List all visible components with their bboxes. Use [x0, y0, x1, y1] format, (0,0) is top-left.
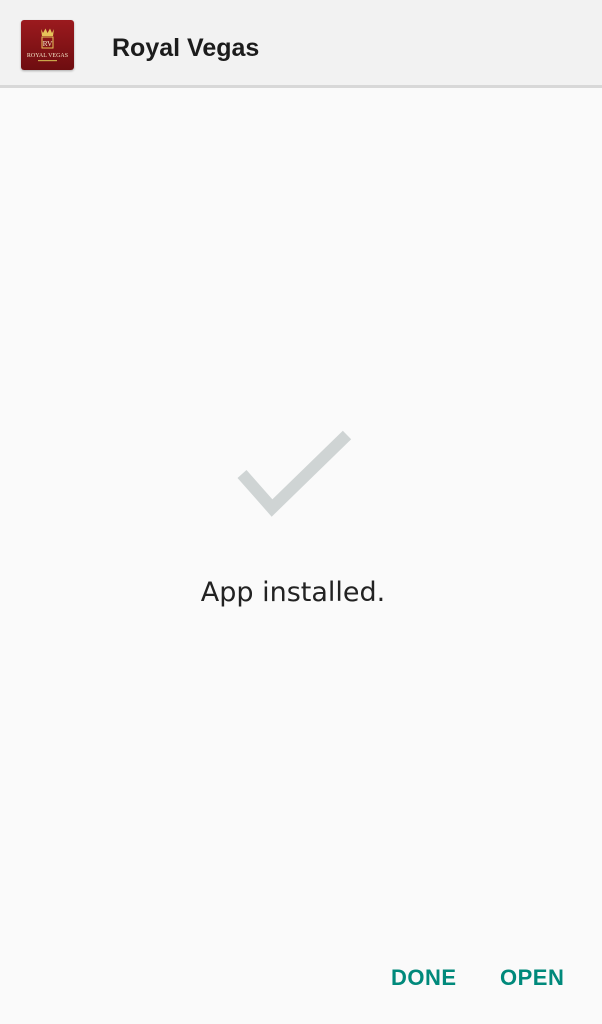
app-icon-monogram: RV — [43, 39, 53, 48]
app-header: RV ROYAL VEGAS Royal Vegas — [0, 0, 602, 88]
install-status-text: App installed. — [200, 577, 386, 608]
app-title: Royal Vegas — [112, 34, 260, 62]
action-bar: DONE OPEN — [0, 955, 602, 1001]
done-button[interactable]: DONE — [383, 955, 465, 1001]
royal-vegas-logo-icon: RV ROYAL VEGAS — [21, 20, 74, 70]
installer-screen: RV ROYAL VEGAS Royal Vegas App installed… — [0, 0, 602, 1024]
open-button[interactable]: OPEN — [492, 955, 572, 1001]
app-icon-text: ROYAL VEGAS — [27, 53, 68, 59]
checkmark-icon — [237, 430, 352, 517]
